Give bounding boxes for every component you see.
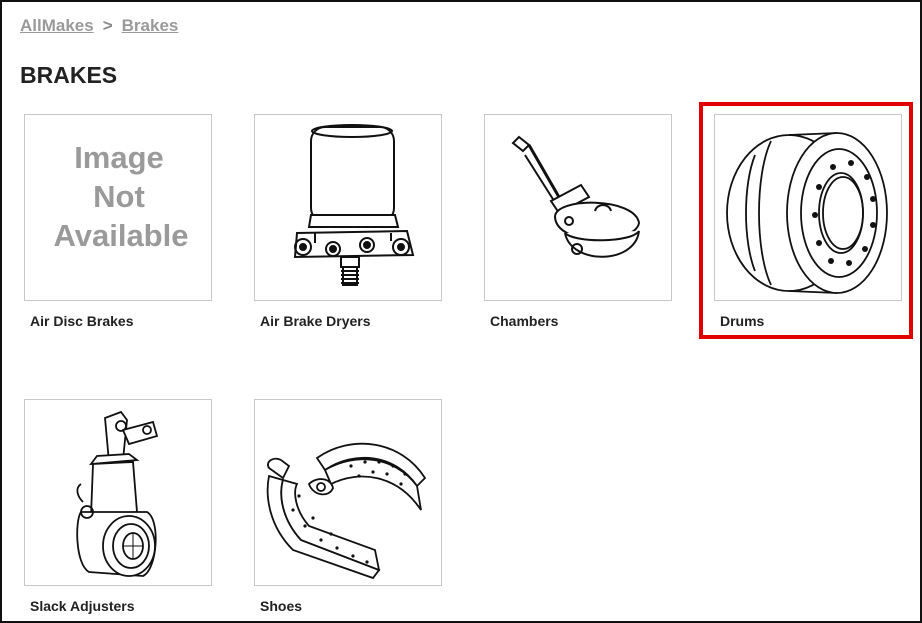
category-card-chambers[interactable]: Chambers xyxy=(484,114,672,329)
placeholder-line: Not xyxy=(93,179,145,214)
page-title: BRAKES xyxy=(20,62,118,88)
category-thumbnail[interactable] xyxy=(254,114,442,301)
slack-adjuster-icon xyxy=(76,410,159,577)
category-card-shoes[interactable]: Shoes xyxy=(254,399,442,614)
breadcrumb-link-allmakes[interactable]: AllMakes xyxy=(20,16,94,35)
placeholder-line: Available xyxy=(54,218,189,253)
category-card-air-brake-dryers[interactable]: Air Brake Dryers xyxy=(254,114,442,329)
category-card-drums[interactable]: Drums xyxy=(714,114,902,329)
image-not-available-placeholder: Image Not Available xyxy=(54,140,189,253)
category-thumbnail[interactable] xyxy=(24,399,212,586)
breadcrumb: AllMakes > Brakes xyxy=(20,16,178,36)
category-label[interactable]: Air Disc Brakes xyxy=(30,313,212,329)
category-label[interactable]: Drums xyxy=(720,313,902,329)
category-thumbnail[interactable] xyxy=(484,114,672,301)
category-label[interactable]: Chambers xyxy=(490,313,672,329)
breadcrumb-separator: > xyxy=(102,16,113,35)
category-label[interactable]: Air Brake Dryers xyxy=(260,313,442,329)
category-thumbnail[interactable] xyxy=(254,399,442,586)
category-card-slack-adjusters[interactable]: Slack Adjusters xyxy=(24,399,212,614)
brake-shoes-icon xyxy=(266,442,427,580)
category-thumbnail[interactable] xyxy=(714,114,902,301)
air-dryer-icon xyxy=(293,124,415,286)
page-frame: AllMakes > Brakes BRAKES Image Not Availab… xyxy=(0,0,922,623)
breadcrumb-link-brakes[interactable]: Brakes xyxy=(122,16,179,35)
category-card-air-disc-brakes[interactable]: Image Not Available Air Disc Brakes xyxy=(24,114,212,329)
brake-chamber-icon xyxy=(511,135,641,258)
placeholder-line: Image xyxy=(74,140,164,175)
category-thumbnail[interactable]: Image Not Available xyxy=(24,114,212,301)
brake-drum-icon xyxy=(726,132,888,294)
category-label[interactable]: Shoes xyxy=(260,598,442,614)
category-label[interactable]: Slack Adjusters xyxy=(30,598,212,614)
